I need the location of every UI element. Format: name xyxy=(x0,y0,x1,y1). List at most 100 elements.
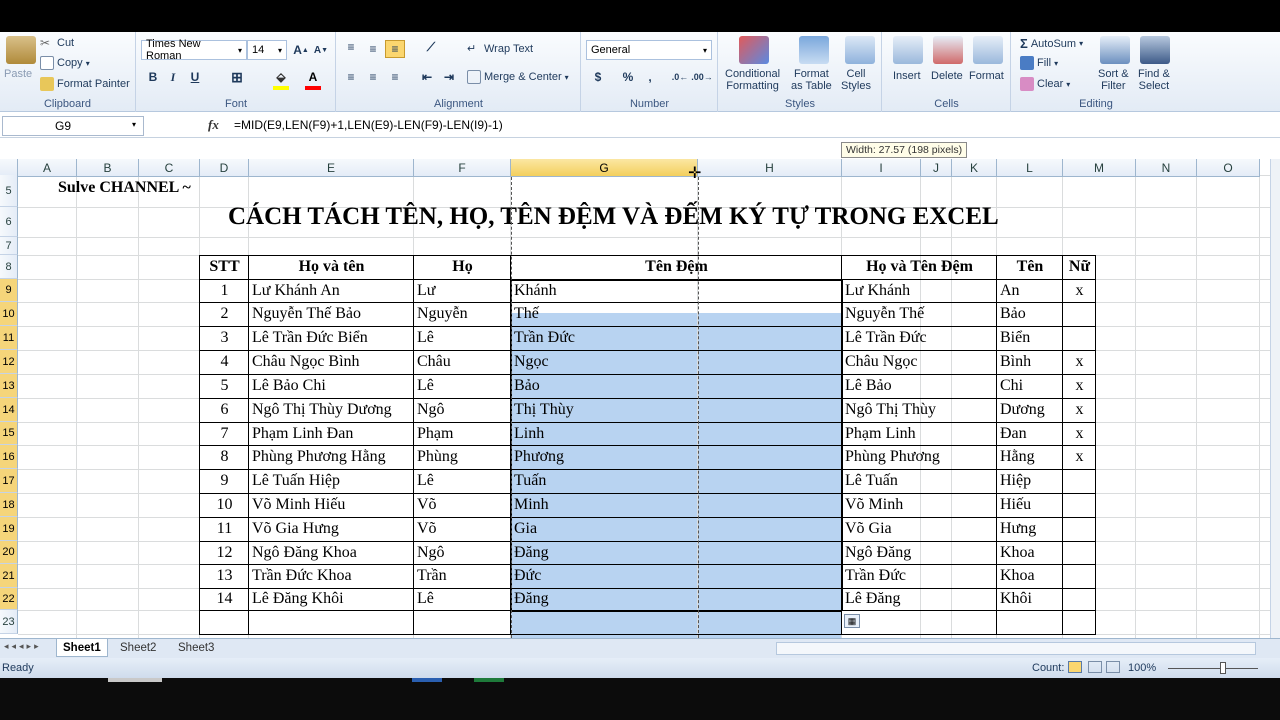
table-cell[interactable]: Nguyễn xyxy=(414,302,511,326)
table-cell[interactable]: Biển xyxy=(997,326,1063,350)
delete-button[interactable]: Delete xyxy=(931,70,963,82)
insert-button[interactable]: Insert xyxy=(893,70,921,82)
table-cell[interactable]: Khánh xyxy=(511,279,842,302)
column-header-b[interactable]: B xyxy=(77,159,139,177)
zoom-level[interactable]: 100% xyxy=(1128,662,1156,674)
table-cell[interactable]: Phùng xyxy=(414,445,511,469)
row-header-18[interactable]: 18 xyxy=(0,493,18,517)
table-cell[interactable]: Lê Trần Đức Biển xyxy=(249,326,414,350)
taskbar-item-active[interactable] xyxy=(108,678,162,682)
table-cell[interactable]: Ngô xyxy=(414,541,511,564)
align-middle-icon[interactable]: ≡ xyxy=(363,40,383,58)
borders-icon[interactable]: ⊞ xyxy=(227,68,247,86)
conditional-formatting-button[interactable]: Conditional Formatting xyxy=(725,68,780,92)
taskbar-excel-icon[interactable] xyxy=(474,678,504,682)
table-cell[interactable] xyxy=(1063,302,1096,326)
grow-font-icon[interactable]: A ▲ xyxy=(291,41,311,59)
table-cell[interactable]: Ngô xyxy=(414,398,511,422)
table-cell[interactable]: Lê Tuấn Hiệp xyxy=(249,469,414,493)
table-cell[interactable]: 14 xyxy=(200,588,249,610)
row-header-5[interactable]: 5 xyxy=(0,175,18,207)
table-cell[interactable]: 9 xyxy=(200,469,249,493)
table-cell[interactable]: 13 xyxy=(200,564,249,588)
bold-icon[interactable]: B xyxy=(143,68,163,86)
table-cell[interactable]: Ngô Đăng Khoa xyxy=(249,541,414,564)
table-cell[interactable]: Ngô Thị Thùy Dương xyxy=(249,398,414,422)
italic-icon[interactable]: I xyxy=(163,68,183,86)
copy-button[interactable]: Copy ▾ xyxy=(40,56,90,70)
table-cell[interactable]: Bảo xyxy=(511,374,842,398)
insert-icon[interactable] xyxy=(893,36,923,64)
table-cell[interactable]: Đức xyxy=(511,564,842,588)
table-cell[interactable]: Phạm Linh xyxy=(842,422,997,445)
table-cell[interactable]: Đăng xyxy=(511,588,842,610)
row-header-22[interactable]: 22 xyxy=(0,588,18,610)
table-cell[interactable]: x xyxy=(1063,398,1096,422)
table-cell[interactable]: Bình xyxy=(997,350,1063,374)
table-cell[interactable]: Lê xyxy=(414,469,511,493)
table-cell[interactable]: 8 xyxy=(200,445,249,469)
table-cell[interactable]: Tuấn xyxy=(511,469,842,493)
table-cell[interactable]: Khôi xyxy=(997,588,1063,610)
table-cell[interactable]: Bảo xyxy=(997,302,1063,326)
page-break-icon[interactable] xyxy=(1106,661,1120,673)
column-header-n[interactable]: N xyxy=(1136,159,1197,177)
column-header-f[interactable]: F xyxy=(414,159,511,177)
table-cell[interactable]: 11 xyxy=(200,517,249,541)
table-cell[interactable]: 7 xyxy=(200,422,249,445)
row-header-10[interactable]: 10 xyxy=(0,302,18,326)
zoom-slider-thumb[interactable] xyxy=(1220,662,1226,674)
horizontal-scrollbar[interactable] xyxy=(776,642,1256,655)
column-header-e[interactable]: E xyxy=(249,159,414,177)
table-cell[interactable]: 12 xyxy=(200,541,249,564)
table-cell[interactable]: Ngô Thị Thùy xyxy=(842,398,997,422)
column-header-l[interactable]: L xyxy=(997,159,1063,177)
table-cell[interactable] xyxy=(1063,469,1096,493)
autosum-button[interactable]: Σ AutoSum ▾ xyxy=(1020,36,1083,51)
column-header-o[interactable]: O xyxy=(1197,159,1260,177)
table-cell[interactable]: Võ xyxy=(414,517,511,541)
table-cell[interactable]: Châu Ngọc Bình xyxy=(249,350,414,374)
table-cell[interactable]: 4 xyxy=(200,350,249,374)
insert-function-icon[interactable]: fx xyxy=(208,117,219,133)
table-cell[interactable]: Hưng xyxy=(997,517,1063,541)
row-header-23[interactable]: 23 xyxy=(0,610,18,634)
row-header-16[interactable]: 16 xyxy=(0,445,18,469)
vertical-scrollbar[interactable] xyxy=(1270,159,1280,638)
column-header-j[interactable]: J xyxy=(921,159,952,177)
taskbar-word-icon[interactable] xyxy=(412,678,442,682)
increase-indent-icon[interactable]: ⇥ xyxy=(439,68,459,86)
table-cell[interactable]: 10 xyxy=(200,493,249,517)
tab-sheet2[interactable]: Sheet2 xyxy=(114,639,162,657)
table-cell[interactable]: Linh xyxy=(511,422,842,445)
table-cell[interactable] xyxy=(1063,326,1096,350)
fill-button[interactable]: Fill ▾ xyxy=(1020,56,1058,70)
row-header-15[interactable]: 15 xyxy=(0,422,18,445)
table-cell[interactable]: Võ xyxy=(414,493,511,517)
table-cell[interactable]: Võ Minh xyxy=(842,493,997,517)
table-cell[interactable]: Trần Đức xyxy=(511,326,842,350)
table-cell[interactable]: Chi xyxy=(997,374,1063,398)
name-box[interactable]: G9 xyxy=(2,116,144,136)
table-cell[interactable]: Hiếu xyxy=(997,493,1063,517)
table-cell[interactable]: Lê Trần Đức xyxy=(842,326,997,350)
table-cell[interactable]: Ngọc xyxy=(511,350,842,374)
table-cell[interactable]: Lư xyxy=(414,279,511,302)
format-icon[interactable] xyxy=(973,36,1003,64)
table-cell[interactable]: Lư Khánh An xyxy=(249,279,414,302)
table-cell[interactable]: Lê Đăng Khôi xyxy=(249,588,414,610)
table-cell[interactable]: Nguyễn Thế xyxy=(842,302,997,326)
column-header-c[interactable]: C xyxy=(139,159,200,177)
table-cell[interactable] xyxy=(1063,588,1096,610)
align-right-icon[interactable]: ≡ xyxy=(385,68,405,86)
comma-icon[interactable]: , xyxy=(640,68,660,86)
format-button[interactable]: Format xyxy=(969,70,1004,82)
align-top-icon[interactable]: ≡ xyxy=(341,38,361,56)
row-header-11[interactable]: 11 xyxy=(0,326,18,350)
orientation-icon[interactable]: ⟋ xyxy=(421,38,441,56)
column-header-a[interactable]: A xyxy=(18,159,77,177)
delete-icon[interactable] xyxy=(933,36,963,64)
decrease-decimal-icon[interactable]: .00→ xyxy=(691,68,713,86)
table-cell[interactable]: Võ Gia Hưng xyxy=(249,517,414,541)
table-cell[interactable]: Hiệp xyxy=(997,469,1063,493)
